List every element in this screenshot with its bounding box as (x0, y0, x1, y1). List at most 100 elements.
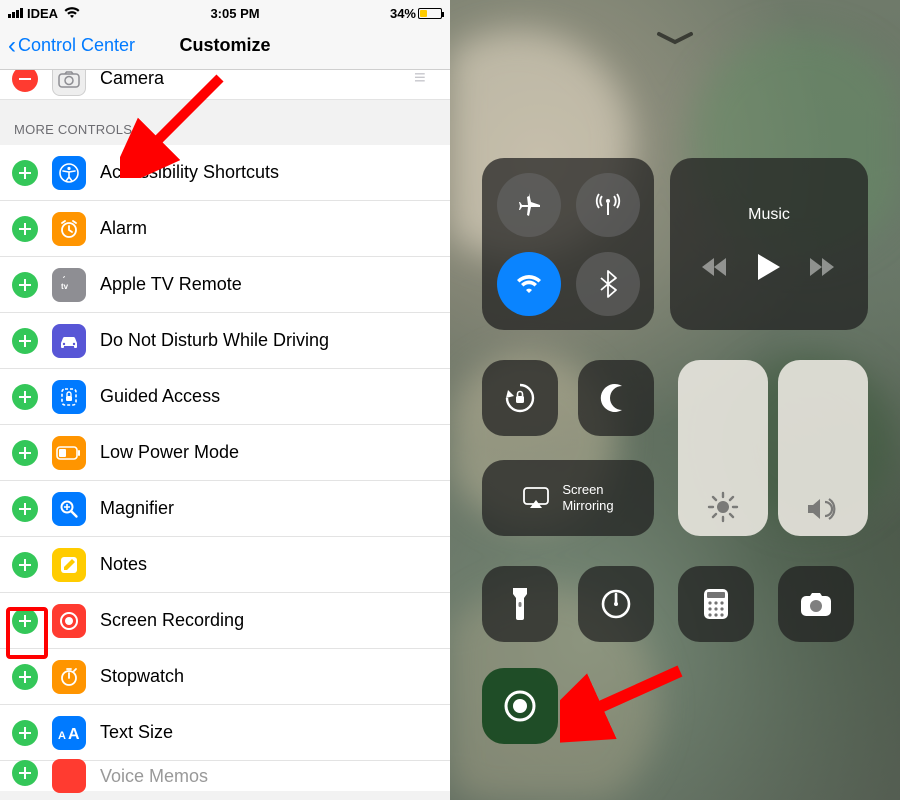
cell-signal-icon (8, 8, 23, 18)
more-control-row-screen-recording[interactable]: Screen Recording (0, 593, 450, 649)
wifi-icon (515, 273, 543, 295)
more-control-row[interactable]: Stopwatch (0, 649, 450, 705)
more-control-row[interactable]: Do Not Disturb While Driving (0, 313, 450, 369)
car-icon (52, 324, 86, 358)
add-button[interactable] (12, 760, 38, 786)
flashlight-icon (509, 586, 531, 622)
play-button[interactable] (756, 252, 782, 282)
dnd-toggle[interactable] (578, 360, 654, 436)
backward-icon (700, 256, 730, 278)
connectivity-tile[interactable] (482, 158, 654, 330)
more-control-row[interactable]: tv Apple TV Remote (0, 257, 450, 313)
notes-icon (52, 548, 86, 582)
row-label: Screen Recording (100, 610, 438, 631)
row-label: Guided Access (100, 386, 438, 407)
svg-text:A: A (58, 730, 66, 742)
voice-memos-icon (52, 759, 86, 793)
add-button[interactable] (12, 440, 38, 466)
wifi-toggle[interactable] (497, 252, 561, 316)
mirror-label: Screen Mirroring (562, 482, 613, 513)
more-control-row[interactable]: Magnifier (0, 481, 450, 537)
add-button[interactable] (12, 664, 38, 690)
next-track-button[interactable] (808, 256, 838, 278)
screen-mirroring-button[interactable]: Screen Mirroring (482, 460, 654, 536)
airplay-icon (522, 486, 550, 510)
textsize-icon: AA (52, 716, 86, 750)
brightness-icon (706, 490, 740, 524)
row-label: Voice Memos (100, 766, 438, 787)
row-label: Accessibility Shortcuts (100, 162, 438, 183)
grabber-icon[interactable] (655, 30, 695, 46)
airplane-icon (514, 190, 544, 220)
wifi-icon (64, 7, 80, 19)
add-button[interactable] (12, 608, 38, 634)
more-control-row[interactable]: Low Power Mode (0, 425, 450, 481)
add-button[interactable] (12, 552, 38, 578)
add-button[interactable] (12, 720, 38, 746)
camera-button[interactable] (778, 566, 854, 642)
row-label: Apple TV Remote (100, 274, 438, 295)
add-button[interactable] (12, 272, 38, 298)
screen-recording-button[interactable] (482, 668, 558, 744)
section-header: MORE CONTROLS (0, 100, 450, 145)
appletv-icon: tv (52, 268, 86, 302)
more-control-row[interactable]: Alarm (0, 201, 450, 257)
row-label: Low Power Mode (100, 442, 438, 463)
back-label: Control Center (18, 35, 135, 56)
back-button[interactable]: ‹ Control Center (8, 34, 135, 58)
row-label: Do Not Disturb While Driving (100, 330, 438, 351)
add-button[interactable] (12, 384, 38, 410)
orientation-lock-icon (502, 380, 538, 416)
row-label: Magnifier (100, 498, 438, 519)
volume-slider[interactable] (778, 360, 868, 536)
add-button[interactable] (12, 160, 38, 186)
carrier-label: IDEA (27, 6, 58, 21)
airplane-toggle[interactable] (497, 173, 561, 237)
camera-icon (799, 590, 833, 618)
timer-button[interactable] (578, 566, 654, 642)
control-center-pane: Music (450, 0, 900, 800)
more-control-row[interactable]: AA Text Size (0, 705, 450, 761)
guided-access-icon (52, 380, 86, 414)
chevron-left-icon: ‹ (8, 34, 16, 58)
add-button[interactable] (12, 328, 38, 354)
more-controls-list: Accessibility Shortcuts Alarm tv Apple T… (0, 145, 450, 761)
brightness-slider[interactable] (678, 360, 768, 536)
magnifier-icon (52, 492, 86, 526)
annotation-arrow-icon (560, 656, 700, 746)
bluetooth-icon (598, 269, 618, 299)
accessibility-icon (52, 156, 86, 190)
calculator-button[interactable] (678, 566, 754, 642)
row-label: Camera (100, 68, 400, 89)
prev-track-button[interactable] (700, 256, 730, 278)
settings-customize-pane: IDEA 3:05 PM 34% ‹ Control Center Custom… (0, 0, 450, 800)
record-icon (500, 686, 540, 726)
row-label: Text Size (100, 722, 438, 743)
page-title: Customize (179, 35, 270, 56)
row-label: Alarm (100, 218, 438, 239)
more-control-row[interactable]: Accessibility Shortcuts (0, 145, 450, 201)
music-label: Music (748, 206, 790, 224)
add-button[interactable] (12, 216, 38, 242)
music-tile[interactable]: Music (670, 158, 868, 330)
add-button[interactable] (12, 496, 38, 522)
battery-percent: 34% (390, 6, 416, 21)
stopwatch-icon (52, 660, 86, 694)
alarm-icon (52, 212, 86, 246)
clock: 3:05 PM (80, 6, 390, 21)
flashlight-button[interactable] (482, 566, 558, 642)
record-icon (52, 604, 86, 638)
cellular-toggle[interactable] (576, 173, 640, 237)
svg-text:tv: tv (61, 282, 69, 291)
orientation-lock-toggle[interactable] (482, 360, 558, 436)
play-icon (756, 252, 782, 282)
svg-text:A: A (68, 726, 80, 743)
drag-handle-icon[interactable]: ≡ (414, 67, 438, 90)
moon-icon (600, 382, 632, 414)
more-control-row[interactable]: Notes (0, 537, 450, 593)
calculator-icon (702, 587, 730, 621)
more-control-row[interactable]: Guided Access (0, 369, 450, 425)
bluetooth-toggle[interactable] (576, 252, 640, 316)
more-control-row-cutoff[interactable]: Voice Memos (0, 761, 450, 791)
volume-icon (805, 494, 841, 524)
